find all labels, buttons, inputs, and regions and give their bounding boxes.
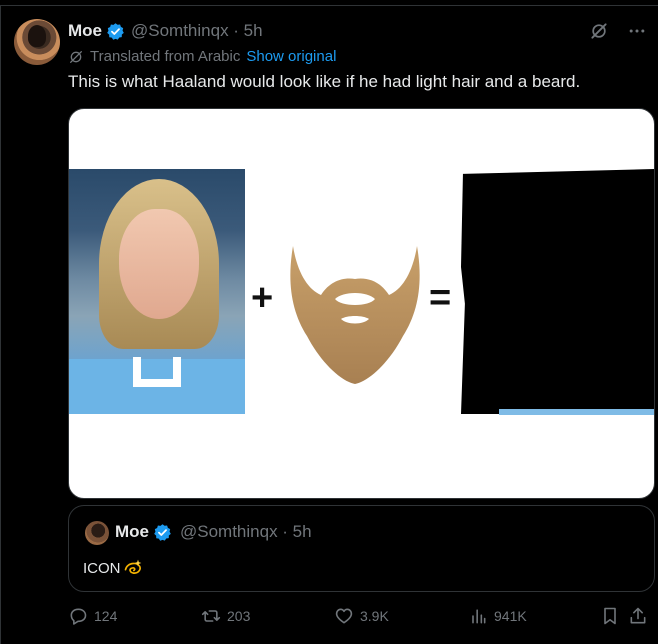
share-button[interactable] bbox=[628, 606, 648, 626]
top-divider bbox=[0, 0, 658, 6]
grok-icon[interactable] bbox=[586, 18, 612, 44]
reply-button[interactable]: 124 bbox=[68, 606, 117, 626]
more-icon[interactable] bbox=[624, 18, 650, 44]
repost-button[interactable]: 203 bbox=[201, 606, 250, 626]
quoted-tweet[interactable]: Moe @Somthinqx · 5h ICON bbox=[68, 505, 655, 592]
verified-badge-icon bbox=[154, 523, 171, 541]
haaland-photo bbox=[69, 169, 245, 414]
like-button[interactable]: 3.9K bbox=[334, 606, 389, 626]
reply-icon bbox=[70, 608, 87, 625]
dizzy-emoji-icon bbox=[124, 559, 141, 574]
verified-badge-icon bbox=[107, 22, 124, 40]
result-jersey-strip bbox=[499, 409, 654, 415]
quoted-tweet-text-row: ICON bbox=[83, 558, 143, 578]
repost-count: 203 bbox=[227, 608, 251, 624]
bookmark-button[interactable] bbox=[600, 606, 620, 626]
tweet-header: Moe @Somthinqx · 5h bbox=[68, 20, 263, 42]
analytics-icon bbox=[472, 609, 486, 624]
author-handle-time[interactable]: @Somthinqx · 5h bbox=[131, 21, 263, 41]
heart-icon bbox=[335, 608, 353, 624]
redacted-result-image bbox=[461, 169, 654, 414]
author-name[interactable]: Moe bbox=[68, 21, 102, 41]
tweet-media-image[interactable]: + = bbox=[68, 108, 655, 499]
quoted-author-handle-time[interactable]: @Somthinqx · 5h bbox=[180, 522, 312, 542]
quoted-tweet-text: ICON bbox=[83, 559, 121, 577]
translate-icon bbox=[70, 50, 82, 63]
author-avatar[interactable] bbox=[14, 19, 60, 65]
reply-count: 124 bbox=[94, 608, 118, 624]
plus-sign: + bbox=[251, 277, 274, 319]
translation-notice: Translated from Arabic Show original bbox=[68, 48, 336, 65]
tweet-text: This is what Haaland would look like if … bbox=[68, 72, 581, 91]
like-count: 3.9K bbox=[360, 608, 389, 624]
share-icon bbox=[630, 607, 646, 624]
tweet-actions-bar: 124 203 3.9K 941K bbox=[68, 606, 648, 630]
views-button[interactable]: 941K bbox=[468, 606, 527, 626]
show-original-link[interactable]: Show original bbox=[246, 48, 336, 65]
quoted-author-name[interactable]: Moe bbox=[115, 522, 149, 542]
view-count: 941K bbox=[494, 608, 527, 624]
repost-icon bbox=[201, 610, 221, 622]
quoted-tweet-header: Moe @Somthinqx · 5h bbox=[115, 522, 312, 542]
bookmark-icon bbox=[604, 607, 616, 625]
translated-label: Translated from Arabic bbox=[90, 48, 241, 65]
beard-image bbox=[290, 246, 420, 384]
quoted-author-avatar[interactable] bbox=[85, 521, 109, 545]
equals-sign: = bbox=[429, 277, 452, 319]
tweet-top-actions bbox=[586, 18, 650, 44]
left-divider bbox=[0, 6, 1, 644]
